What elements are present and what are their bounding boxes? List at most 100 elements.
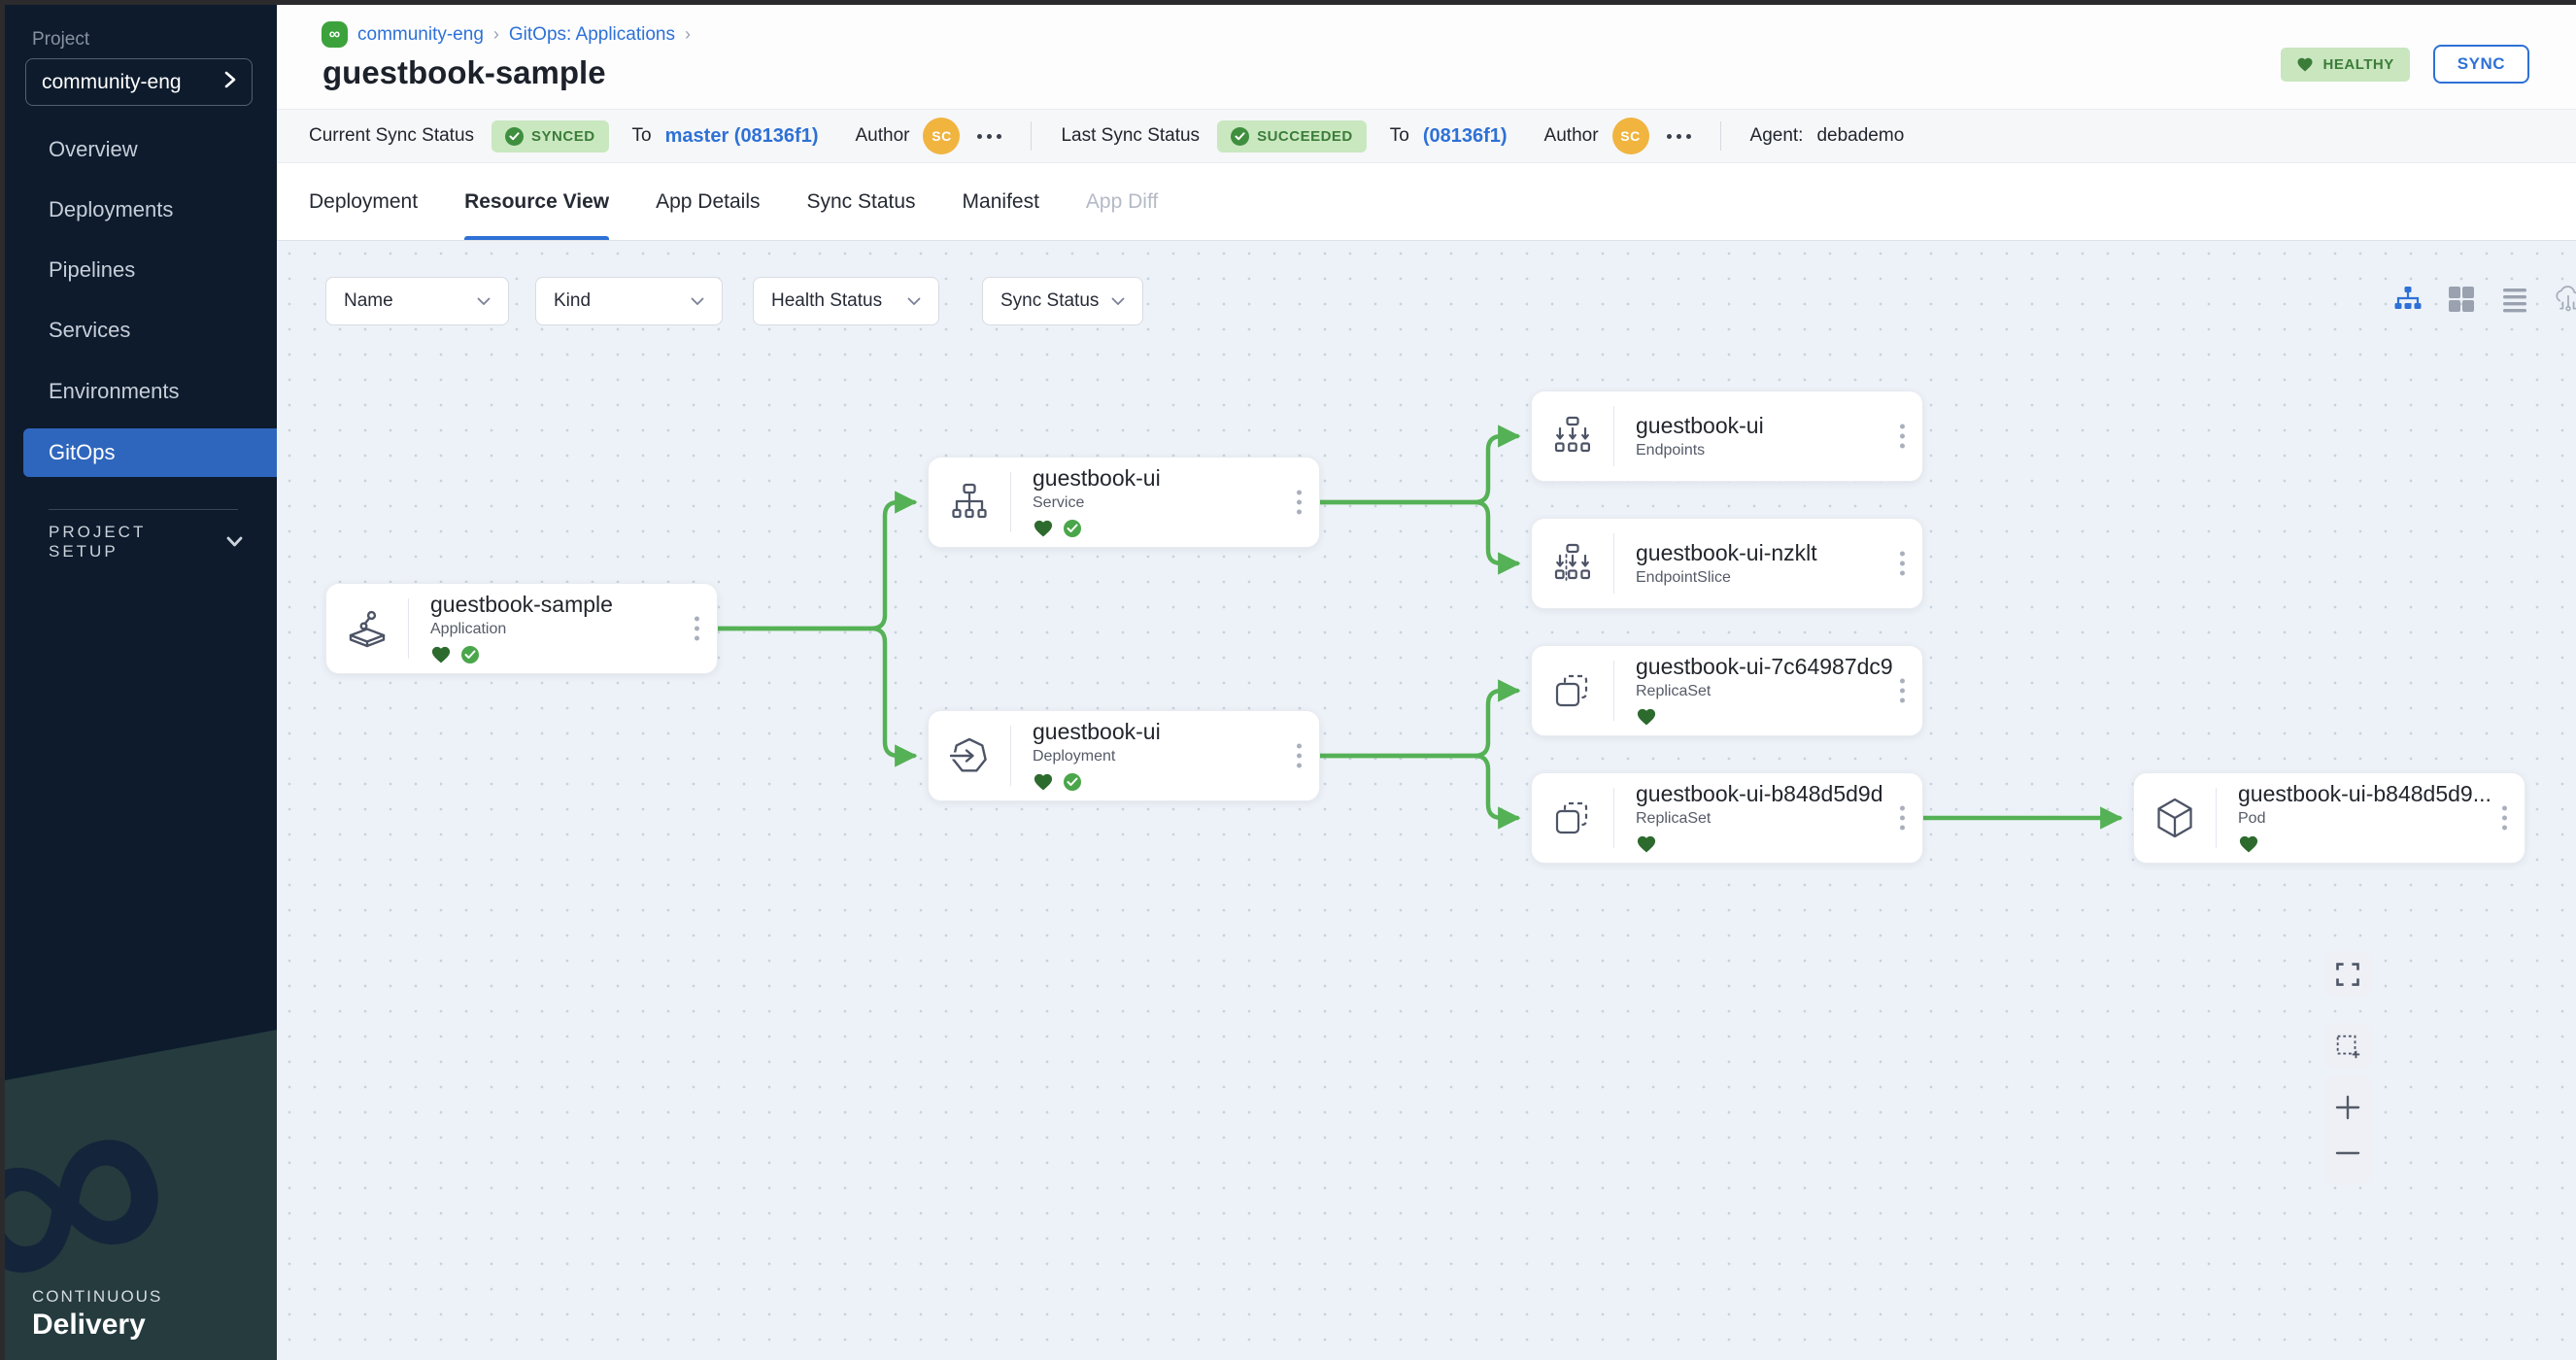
synced-check-icon bbox=[1063, 772, 1082, 792]
statusbar-divider bbox=[1720, 121, 1721, 151]
node-kind: Service bbox=[1033, 494, 1161, 512]
nav-label: Pipelines bbox=[49, 257, 135, 283]
healthy-heart-icon bbox=[2238, 834, 2259, 854]
current-revision-link[interactable]: master (08136f1) bbox=[665, 125, 819, 148]
fullscreen-button[interactable] bbox=[2324, 951, 2371, 998]
node-name: guestbook-ui-b848d5d9d bbox=[1636, 781, 1882, 806]
window-frame-top bbox=[0, 0, 2576, 5]
page-title: guestbook-sample bbox=[322, 54, 606, 91]
main-area: ∞ community-eng › GitOps: Applications ›… bbox=[277, 0, 2576, 1360]
node-status bbox=[2238, 833, 2491, 855]
node-name: guestbook-ui bbox=[1033, 465, 1161, 491]
node-kebab-menu[interactable] bbox=[1297, 744, 1302, 768]
node-endpointslice-guestbook-ui-nzklt[interactable]: guestbook-ui-nzklt EndpointSlice bbox=[1531, 518, 1923, 609]
service-icon bbox=[929, 480, 1010, 525]
node-kebab-menu[interactable] bbox=[1297, 491, 1302, 515]
tab-deployment[interactable]: Deployment bbox=[309, 163, 418, 240]
node-service-guestbook-ui[interactable]: guestbook-ui Service bbox=[928, 457, 1320, 548]
gitops-logo-icon: ∞ bbox=[322, 21, 348, 48]
marquee-select-icon bbox=[2333, 1032, 2362, 1061]
tab-app-diff: App Diff bbox=[1086, 163, 1158, 240]
breadcrumb-section-link[interactable]: GitOps: Applications bbox=[509, 24, 675, 46]
author-avatar[interactable]: SC bbox=[1612, 118, 1649, 154]
sync-status-bar: Current Sync Status SYNCED To master (08… bbox=[277, 110, 2576, 163]
sidebar-item-deployments[interactable]: Deployments bbox=[0, 186, 277, 234]
tab-resource-view[interactable]: Resource View bbox=[464, 163, 609, 240]
breadcrumb-separator-icon: › bbox=[685, 24, 691, 45]
node-kebab-menu[interactable] bbox=[1900, 679, 1905, 703]
tab-label: Deployment bbox=[309, 190, 418, 214]
node-kebab-menu[interactable] bbox=[1900, 806, 1905, 831]
application-icon bbox=[326, 606, 408, 651]
tab-app-details[interactable]: App Details bbox=[656, 163, 760, 240]
breadcrumb-project-link[interactable]: community-eng bbox=[357, 24, 484, 46]
node-name: guestbook-ui-7c64987dc9 bbox=[1636, 654, 1893, 679]
tab-sync-status[interactable]: Sync Status bbox=[806, 163, 915, 240]
sidebar-item-overview[interactable]: Overview bbox=[0, 125, 277, 174]
plus-icon bbox=[2335, 1095, 2360, 1120]
more-options-icon[interactable] bbox=[1667, 134, 1691, 139]
last-sync-status-label: Last Sync Status bbox=[1061, 125, 1200, 147]
pod-icon bbox=[2134, 796, 2216, 840]
resource-graph-canvas[interactable]: Name Kind Health Status Sync Status bbox=[277, 241, 2576, 1360]
node-kebab-menu[interactable] bbox=[1900, 425, 1905, 449]
node-replicaset-guestbook-ui-b848d5d9d[interactable]: guestbook-ui-b848d5d9d ReplicaSet bbox=[1531, 772, 1923, 864]
project-name: community-eng bbox=[42, 71, 182, 94]
tab-manifest[interactable]: Manifest bbox=[963, 163, 1039, 240]
node-kind: Deployment bbox=[1033, 748, 1161, 765]
module-name-bottom: Delivery bbox=[32, 1309, 162, 1342]
tab-bar: Deployment Resource View App Details Syn… bbox=[277, 163, 2576, 241]
marquee-select-button[interactable] bbox=[2324, 1023, 2371, 1070]
replicaset-icon bbox=[1532, 668, 1613, 713]
node-kebab-menu[interactable] bbox=[695, 617, 699, 641]
project-setup-toggle[interactable]: PROJECT SETUP bbox=[49, 525, 243, 560]
node-kind: Application bbox=[430, 621, 613, 638]
node-application-guestbook-sample[interactable]: guestbook-sample Application bbox=[325, 583, 718, 674]
succeeded-badge: SUCCEEDED bbox=[1217, 120, 1367, 153]
node-replicaset-guestbook-ui-7c64987dc9[interactable]: guestbook-ui-7c64987dc9 ReplicaSet bbox=[1531, 645, 1923, 736]
window-frame-left bbox=[0, 0, 5, 1360]
sync-button[interactable]: SYNC bbox=[2433, 45, 2529, 84]
node-deployment-guestbook-ui[interactable]: guestbook-ui Deployment bbox=[928, 710, 1320, 801]
node-status bbox=[1636, 706, 1893, 728]
tab-label: Manifest bbox=[963, 190, 1039, 214]
node-kebab-menu[interactable] bbox=[2502, 806, 2507, 831]
healthy-heart-icon bbox=[430, 645, 452, 664]
to-label: To bbox=[632, 125, 652, 147]
succeeded-badge-label: SUCCEEDED bbox=[1257, 128, 1353, 145]
synced-check-icon bbox=[460, 645, 480, 664]
last-revision-link[interactable]: (08136f1) bbox=[1423, 125, 1508, 148]
sidebar-item-pipelines[interactable]: Pipelines bbox=[0, 246, 277, 294]
sidebar-item-environments[interactable]: Environments bbox=[0, 367, 277, 416]
minus-icon bbox=[2335, 1149, 2360, 1157]
zoom-in-button[interactable] bbox=[2324, 1088, 2371, 1127]
heart-icon bbox=[2296, 56, 2314, 73]
author-avatar[interactable]: SC bbox=[923, 118, 960, 154]
author-label: Author bbox=[856, 125, 910, 147]
zoom-out-button[interactable] bbox=[2324, 1134, 2371, 1173]
check-circle-icon bbox=[1231, 127, 1249, 146]
node-kind: ReplicaSet bbox=[1636, 683, 1893, 700]
zoom-controls bbox=[2324, 1074, 2371, 1185]
node-status bbox=[1033, 771, 1161, 793]
health-badge-label: HEALTHY bbox=[2323, 56, 2394, 73]
more-options-icon[interactable] bbox=[977, 134, 1001, 139]
project-setup-label: PROJECT SETUP bbox=[49, 523, 209, 561]
author-label: Author bbox=[1544, 125, 1599, 147]
deployment-icon bbox=[929, 733, 1010, 778]
node-endpoints-guestbook-ui[interactable]: guestbook-ui Endpoints bbox=[1531, 391, 1923, 482]
node-name: guestbook-sample bbox=[430, 592, 613, 617]
nav-label: Overview bbox=[49, 137, 138, 162]
node-kind: ReplicaSet bbox=[1636, 810, 1882, 828]
node-kebab-menu[interactable] bbox=[1900, 552, 1905, 576]
healthy-heart-icon bbox=[1033, 772, 1054, 792]
healthy-heart-icon bbox=[1636, 707, 1657, 727]
node-status bbox=[1636, 833, 1882, 855]
tab-label: App Details bbox=[656, 190, 760, 214]
project-selector[interactable]: community-eng bbox=[25, 58, 253, 106]
sidebar-item-gitops[interactable]: GitOps bbox=[23, 428, 277, 477]
sidebar-item-services[interactable]: Services bbox=[0, 306, 277, 355]
agent-name: debademo bbox=[1816, 125, 1904, 147]
node-pod-guestbook-ui-b848d5d9[interactable]: guestbook-ui-b848d5d9... Pod bbox=[2133, 772, 2525, 864]
replicaset-icon bbox=[1532, 796, 1613, 840]
